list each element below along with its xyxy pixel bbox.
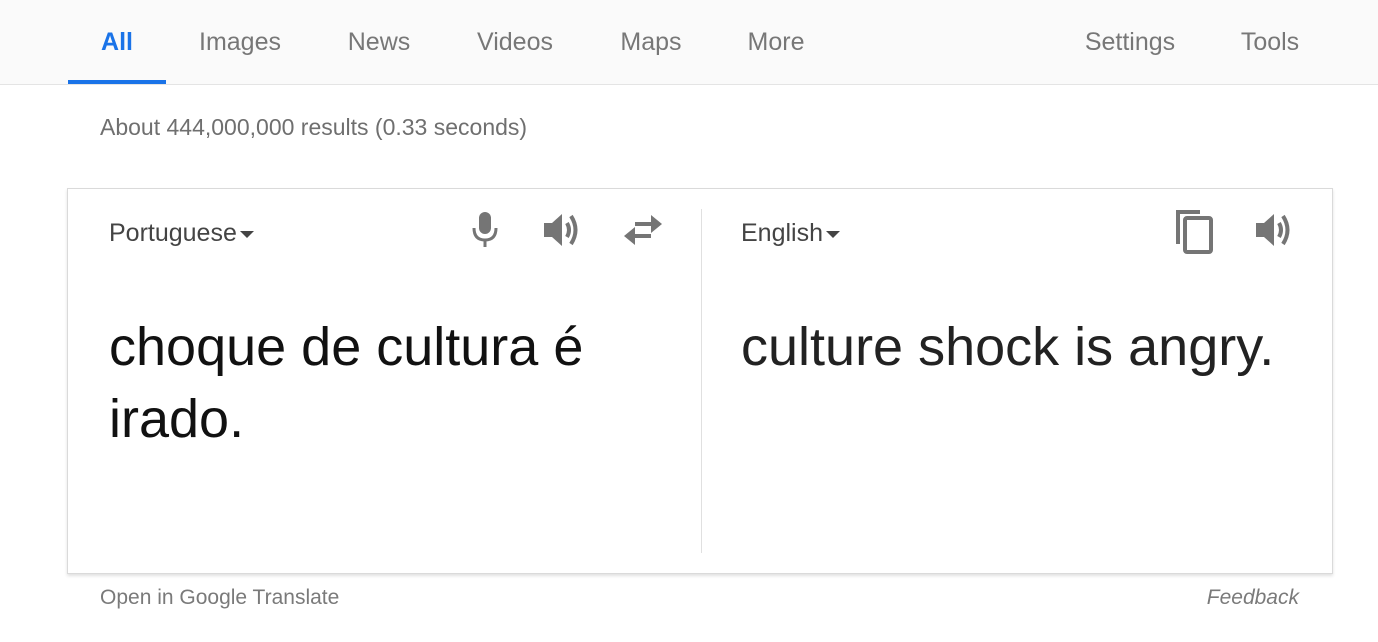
- microphone-icon: [472, 212, 498, 247]
- dropdown-caret-icon: [826, 231, 840, 238]
- translated-text: culture shock is angry.: [741, 317, 1275, 377]
- microphone-button[interactable]: [464, 209, 506, 251]
- target-language-label: English: [741, 219, 823, 247]
- tab-maps[interactable]: Maps: [612, 0, 690, 84]
- source-language-select[interactable]: Portuguese: [109, 219, 254, 248]
- speaker-icon: [1256, 214, 1290, 246]
- tab-news[interactable]: News: [340, 0, 418, 84]
- swap-arrows-icon: [624, 215, 662, 245]
- tab-images[interactable]: Images: [190, 0, 290, 84]
- translate-card: Portuguese choque de cultura é irado. En…: [67, 188, 1333, 574]
- result-stats: About 444,000,000 results (0.33 seconds): [100, 114, 528, 140]
- dropdown-caret-icon: [239, 231, 254, 238]
- source-listen-button[interactable]: [542, 209, 584, 251]
- source-text[interactable]: choque de cultura é irado.: [109, 311, 649, 455]
- feedback-link[interactable]: Feedback: [1207, 586, 1299, 610]
- tab-more[interactable]: More: [738, 0, 814, 84]
- target-listen-button[interactable]: [1254, 209, 1296, 251]
- copy-icon: [1176, 210, 1213, 254]
- target-language-select[interactable]: English: [741, 219, 840, 248]
- source-language-label: Portuguese: [109, 219, 237, 247]
- open-in-google-translate-link[interactable]: Open in Google Translate: [100, 586, 339, 610]
- pane-divider: [701, 209, 702, 553]
- tab-tools[interactable]: Tools: [1232, 0, 1308, 84]
- tab-settings[interactable]: Settings: [1076, 0, 1184, 84]
- swap-languages-button[interactable]: [622, 209, 664, 251]
- tab-videos[interactable]: Videos: [466, 0, 564, 84]
- copy-translation-button[interactable]: [1172, 209, 1214, 254]
- tab-all[interactable]: All: [68, 0, 166, 84]
- speaker-icon: [544, 214, 578, 246]
- search-tabs-bar: All Images News Videos Maps More Setting…: [0, 0, 1378, 85]
